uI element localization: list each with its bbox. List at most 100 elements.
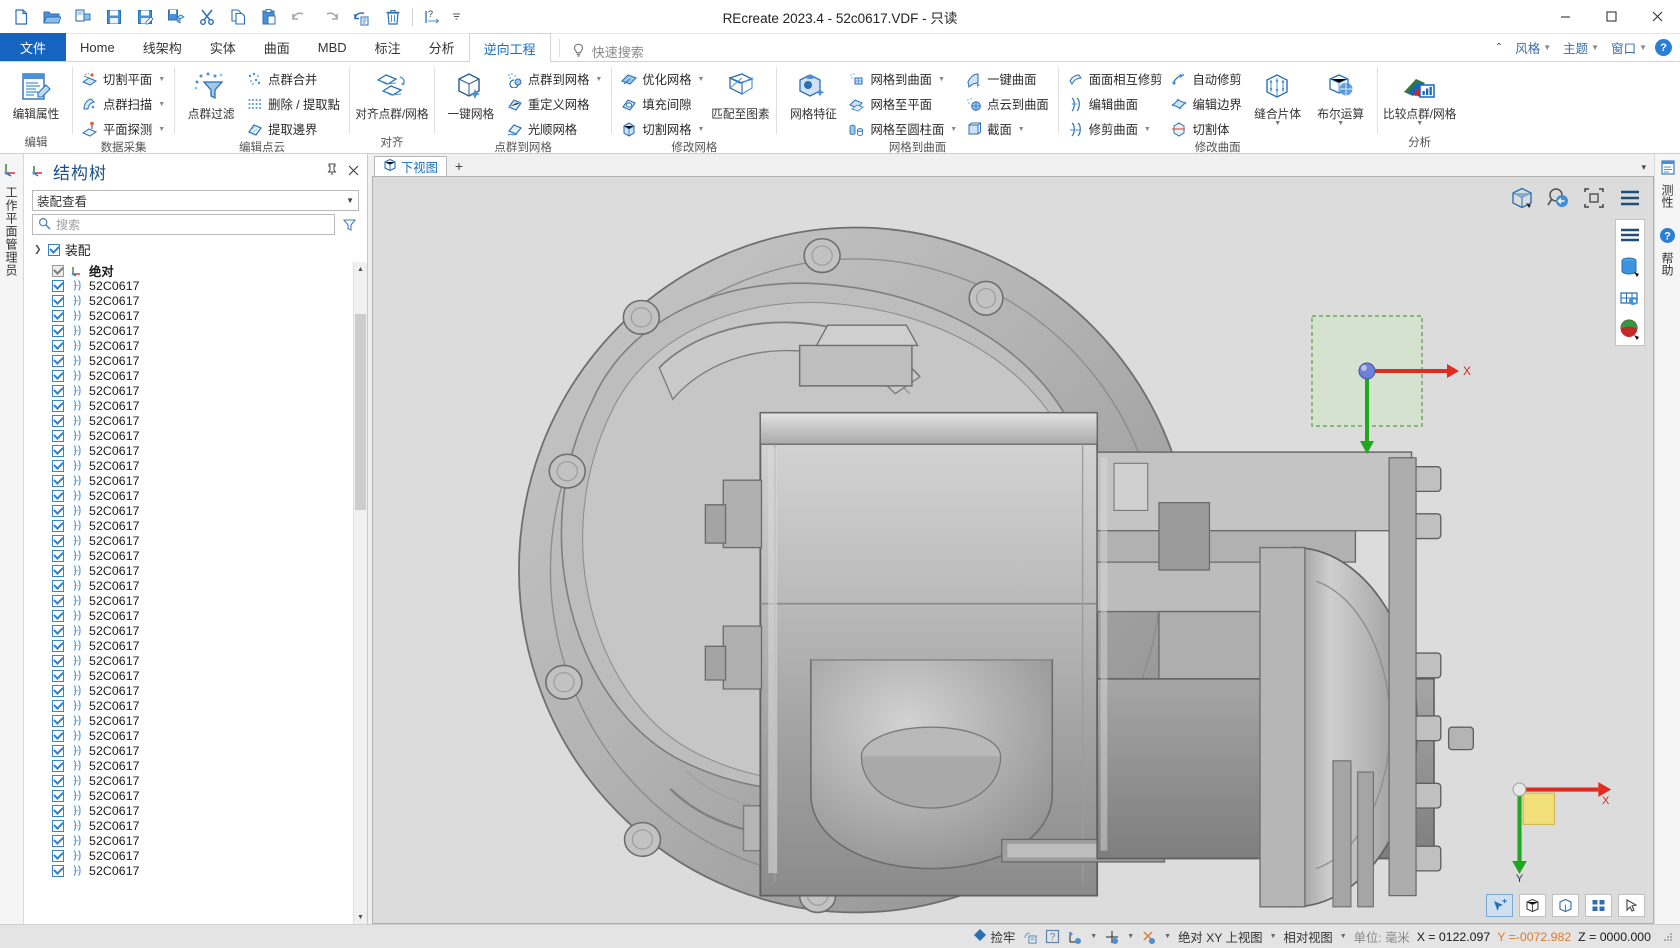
maximize-button[interactable] [1588, 0, 1634, 34]
tree-item[interactable]: 52C0617 [24, 353, 353, 368]
tree-item-checkbox[interactable] [52, 684, 64, 697]
tree-item[interactable]: 52C0617 [24, 803, 353, 818]
tree-item-checkbox[interactable] [52, 309, 64, 322]
quick-search[interactable]: 快速搜索 [572, 42, 644, 61]
tree-item-checkbox[interactable] [52, 609, 64, 622]
tab-annotation[interactable]: 标注 [361, 33, 415, 61]
tree-item[interactable]: 52C0617 [24, 308, 353, 323]
open-folder-icon[interactable] [37, 3, 66, 31]
tree-item[interactable]: 52C0617 [24, 428, 353, 443]
close-button[interactable] [1634, 0, 1680, 34]
add-viewport-tab-button[interactable]: + [447, 158, 471, 176]
edit-surface-button[interactable]: 编辑曲面 [1064, 92, 1167, 116]
chevron-down-icon[interactable]: ▼ [158, 126, 165, 133]
extract-boundary-button[interactable]: 提取邊界 [243, 117, 344, 141]
tree-item[interactable]: 52C0617 [24, 653, 353, 668]
trim-surface-button[interactable]: 修剪曲面 ▼ [1064, 117, 1167, 141]
tree-item-checkbox[interactable] [52, 624, 64, 637]
tab-surface[interactable]: 曲面 [250, 33, 304, 61]
resize-grip-icon[interactable] [1662, 931, 1674, 943]
select-mode-icon[interactable] [1486, 894, 1513, 917]
delete-icon[interactable] [378, 3, 407, 31]
chevron-right-icon[interactable]: ❯ [34, 244, 43, 255]
search-input[interactable]: 搜索 [32, 214, 335, 235]
question-icon[interactable]: ? [1045, 929, 1060, 944]
mesh-to-plane-button[interactable]: 网格至平面 [845, 92, 961, 116]
chevron-down-icon[interactable]: ▼ [1090, 933, 1097, 940]
tree-item[interactable]: 52C0617 [24, 848, 353, 863]
tree-item[interactable]: 52C0617 [24, 548, 353, 563]
one-click-mesh-button[interactable]: 一键网格 [440, 66, 502, 121]
tree-item-checkbox[interactable] [52, 399, 64, 412]
redo-list-icon[interactable] [347, 3, 376, 31]
tree-item[interactable]: 52C0617 [24, 533, 353, 548]
smooth-mesh-button[interactable]: 光顺网格 [503, 117, 606, 141]
tree-item-checkbox[interactable] [52, 714, 64, 727]
tree-item-checkbox[interactable] [52, 759, 64, 772]
close-icon[interactable] [348, 163, 359, 179]
auto-trim-button[interactable]: 自动修剪 [1167, 67, 1245, 91]
tree-item-checkbox[interactable] [52, 819, 64, 832]
pointer-icon[interactable] [1618, 894, 1645, 917]
export-icon[interactable] [161, 3, 190, 31]
tree-item[interactable]: 52C0617 [24, 323, 353, 338]
import-icon[interactable] [68, 3, 97, 31]
tree-item[interactable]: 52C0617 [24, 368, 353, 383]
tree-item-checkbox[interactable] [52, 849, 64, 862]
ribbon-collapse-icon[interactable]: ⌃ [1491, 42, 1507, 53]
chevron-down-icon[interactable]: ▼ [1144, 126, 1151, 133]
tree-item-checkbox[interactable] [52, 429, 64, 442]
chevron-down-icon[interactable]: ▼ [1270, 933, 1277, 940]
chevron-down-icon[interactable]: ▼ [698, 126, 705, 133]
redo-icon[interactable] [316, 3, 345, 31]
color-sphere-icon[interactable] [1618, 317, 1642, 341]
chevron-down-icon[interactable]: ▼ [950, 126, 957, 133]
tree-item-checkbox[interactable] [52, 729, 64, 742]
copy-icon[interactable] [223, 3, 252, 31]
tree-item[interactable]: 52C0617 [24, 443, 353, 458]
tree-item-checkbox[interactable] [52, 294, 64, 307]
tree-item-checkbox[interactable] [52, 414, 64, 427]
scroll-down-icon[interactable]: ▼ [354, 910, 367, 924]
tree-item-checkbox[interactable] [52, 564, 64, 577]
tree-item[interactable]: 52C0617 [24, 383, 353, 398]
tree-item[interactable]: 52C0617 [24, 473, 353, 488]
fill-gap-button[interactable]: 填充间隙 [617, 92, 708, 116]
tree-root-assembly[interactable]: ❯ 装配 [24, 238, 367, 262]
tree-item-checkbox[interactable] [52, 639, 64, 652]
tree-item-checkbox[interactable] [52, 354, 64, 367]
paste-icon[interactable] [254, 3, 283, 31]
mesh-to-surface-button[interactable]: 网格到曲面 ▼ [845, 67, 961, 91]
tree-item[interactable]: 52C0617 [24, 398, 353, 413]
tree-item-checkbox[interactable] [52, 369, 64, 382]
scrollbar-thumb[interactable] [355, 314, 366, 510]
tab-mbd[interactable]: MBD [304, 33, 361, 61]
cloud-to-surface-button[interactable]: 点云到曲面 [962, 92, 1053, 116]
clipboard-icon[interactable] [1022, 929, 1038, 945]
tree-item[interactable]: 52C0617 [24, 518, 353, 533]
intersection-snap-icon[interactable] [1141, 929, 1157, 945]
viewport-tab-overflow-icon[interactable]: ▾ [1641, 162, 1654, 176]
window-menu[interactable]: 窗口 ▼ [1607, 36, 1651, 59]
cylinder-shade-icon[interactable] [1618, 255, 1642, 279]
tree-item[interactable]: 52C0617 [24, 608, 353, 623]
tree-item-checkbox[interactable] [52, 264, 64, 277]
undo-icon[interactable] [285, 3, 314, 31]
snap-toggle[interactable]: 捡牢 [973, 928, 1015, 946]
tree-item-checkbox[interactable] [52, 579, 64, 592]
layout-grid-icon[interactable] [1585, 894, 1612, 917]
tree-item[interactable]: 52C0617 [24, 863, 353, 878]
tree-item[interactable]: 52C0617 [24, 773, 353, 788]
tree-item[interactable]: 52C0617 [24, 758, 353, 773]
boolean-button[interactable]: 布尔运算 ▼ [1310, 66, 1372, 127]
tab-analysis[interactable]: 分析 [415, 33, 469, 61]
cut-plane-button[interactable]: 切割平面 ▼ [78, 67, 169, 91]
tree-item-checkbox[interactable] [52, 444, 64, 457]
midpoint-snap-icon[interactable] [1104, 929, 1120, 945]
tree-item[interactable]: 52C0617 [24, 413, 353, 428]
relative-view-selector[interactable]: 相对视图 [1284, 928, 1333, 946]
mesh-to-cylinder-button[interactable]: 网格至圆柱面 ▼ [845, 117, 961, 141]
workplane-widget[interactable]: X [1307, 311, 1471, 461]
chevron-down-icon[interactable]: ▼ [698, 76, 705, 83]
tree-item-checkbox[interactable] [52, 864, 64, 877]
